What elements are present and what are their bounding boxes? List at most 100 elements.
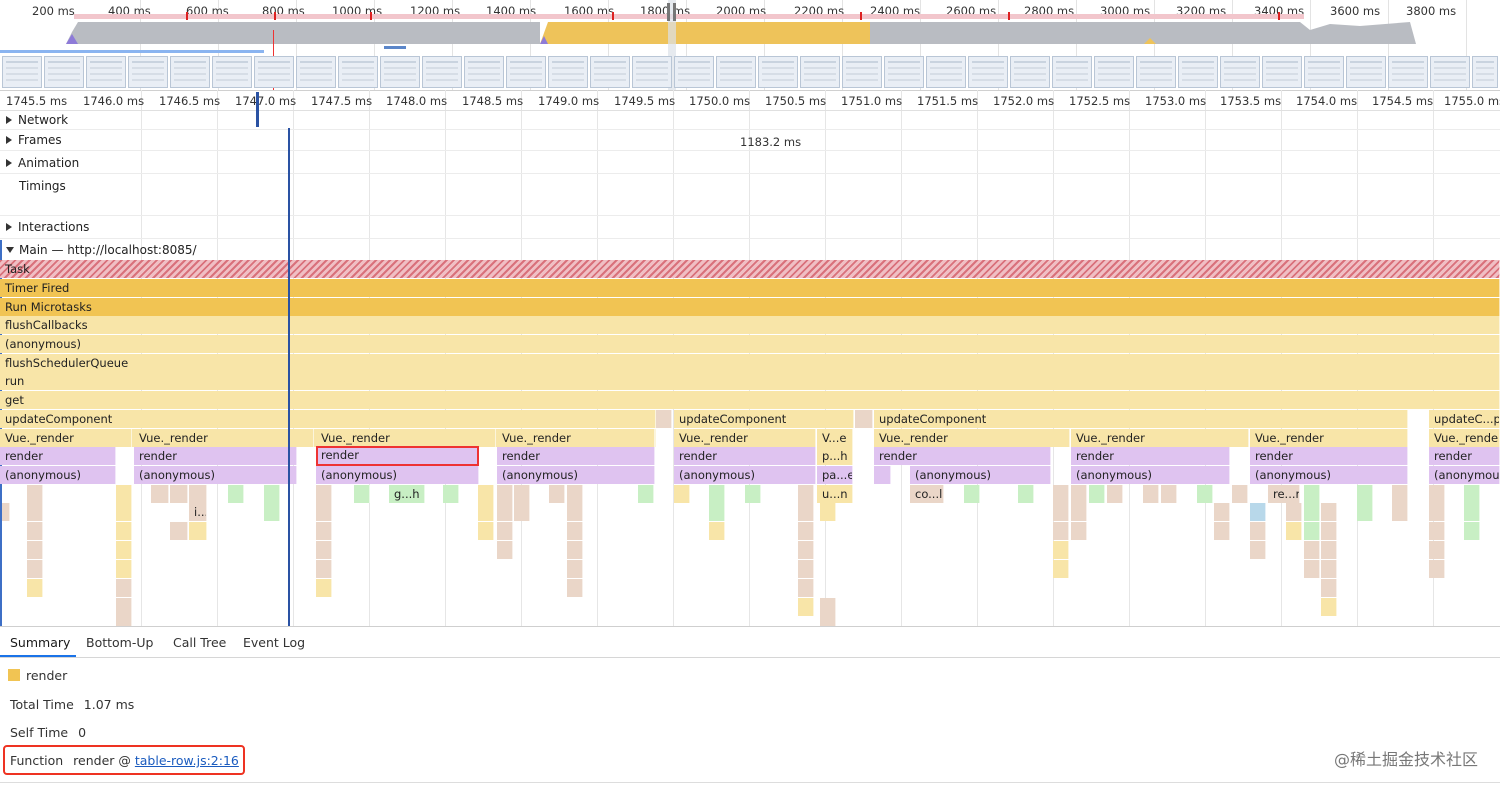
track-interactions[interactable]: Interactions xyxy=(0,216,1500,239)
track-frames[interactable]: Frames 1183.2 ms xyxy=(0,130,1500,151)
flame-small-call[interactable] xyxy=(443,485,459,503)
flame-small-call[interactable]: p...h xyxy=(817,447,853,465)
flame-small-call[interactable] xyxy=(1429,485,1445,503)
flame-small-call[interactable] xyxy=(567,579,583,597)
flame-small-call[interactable] xyxy=(1053,522,1069,540)
flame-small-call[interactable] xyxy=(514,503,530,521)
flame-small-call[interactable] xyxy=(1161,485,1177,503)
flame-flush-callbacks[interactable]: flushCallbacks xyxy=(0,316,1500,334)
flame-small-call[interactable] xyxy=(709,503,725,521)
flame-small-call[interactable] xyxy=(820,503,836,521)
selection-handle-left[interactable] xyxy=(667,3,670,21)
flame-small-call[interactable] xyxy=(567,522,583,540)
flame-small-call[interactable] xyxy=(1018,485,1034,503)
flame-small-call[interactable] xyxy=(567,541,583,559)
flame-small-call[interactable] xyxy=(1392,503,1408,521)
flame-small-call[interactable] xyxy=(316,579,332,597)
tab-call-tree[interactable]: Call Tree xyxy=(173,635,226,650)
flame-small-call[interactable] xyxy=(1286,522,1302,540)
flame-small-call[interactable] xyxy=(874,466,891,484)
flame-small-call[interactable] xyxy=(1214,522,1230,540)
flame-small-call[interactable] xyxy=(798,541,814,559)
flame-small-call[interactable] xyxy=(1232,485,1248,503)
screenshot-thumbnail[interactable] xyxy=(380,56,420,88)
flame-small-call[interactable] xyxy=(1321,598,1337,616)
flame-vue-render[interactable]: Vue._render xyxy=(1429,429,1500,447)
flame-small-call[interactable] xyxy=(798,522,814,540)
flame-anonymous-call[interactable]: (anonymous) xyxy=(674,466,816,484)
track-animation[interactable]: Animation xyxy=(0,151,1500,174)
flame-small-call[interactable] xyxy=(1321,560,1337,578)
flame-small-call[interactable] xyxy=(1321,503,1337,521)
flame-timer-fired[interactable]: Timer Fired xyxy=(0,279,1500,297)
flame-small-call[interactable] xyxy=(116,616,132,626)
screenshot-thumbnail[interactable] xyxy=(926,56,966,88)
flame-small-call[interactable] xyxy=(1250,522,1266,540)
flame-small-call[interactable] xyxy=(316,485,332,503)
flame-render[interactable]: render xyxy=(874,447,1051,465)
flame-small-call[interactable] xyxy=(1429,503,1445,521)
flame-small-call[interactable] xyxy=(264,503,280,521)
flame-small-call[interactable] xyxy=(1071,503,1087,521)
screenshot-thumbnail[interactable] xyxy=(254,56,294,88)
flame-small-call[interactable] xyxy=(116,541,132,559)
flame-small-call[interactable] xyxy=(1053,560,1069,578)
flame-small-call[interactable] xyxy=(116,503,132,521)
screenshot-thumbnail[interactable] xyxy=(1472,56,1498,88)
flame-anonymous-call[interactable]: (anonymous) xyxy=(1071,466,1230,484)
flame-small-call[interactable] xyxy=(116,598,132,616)
flame-task[interactable]: Task xyxy=(0,260,1500,278)
flame-small-call[interactable] xyxy=(1429,522,1445,540)
flame-small-call[interactable] xyxy=(798,485,814,503)
flame-small-call[interactable] xyxy=(709,485,725,503)
flame-small-call[interactable] xyxy=(116,579,132,597)
screenshot-thumbnail[interactable] xyxy=(338,56,378,88)
flame-small-call[interactable] xyxy=(151,485,169,503)
screenshot-thumbnail[interactable] xyxy=(842,56,882,88)
track-main[interactable]: Main — http://localhost:8085/ xyxy=(0,239,1500,259)
flame-anonymous-call[interactable]: (anonymous) xyxy=(1250,466,1408,484)
flame-small-call[interactable] xyxy=(1053,503,1069,521)
flame-small-call[interactable] xyxy=(1464,485,1480,503)
screenshot-thumbnail[interactable] xyxy=(968,56,1008,88)
screenshot-thumbnail[interactable] xyxy=(632,56,672,88)
flame-small-call[interactable] xyxy=(1107,485,1123,503)
flame-small-call[interactable] xyxy=(316,503,332,521)
flame-small-call[interactable] xyxy=(1053,541,1069,559)
screenshot-thumbnail[interactable] xyxy=(1304,56,1344,88)
flame-anonymous-call[interactable]: (anonymous) xyxy=(0,466,116,484)
flame-small-call[interactable] xyxy=(1250,503,1266,521)
flame-small-call[interactable] xyxy=(478,522,494,540)
screenshot-thumbnail[interactable] xyxy=(506,56,546,88)
flame-small-call[interactable] xyxy=(709,522,725,540)
flame-small-call[interactable] xyxy=(27,522,43,540)
expand-arrow-icon[interactable] xyxy=(6,136,12,144)
flame-small-call[interactable] xyxy=(567,503,583,521)
screenshot-thumbnail[interactable] xyxy=(716,56,756,88)
flame-small-call[interactable] xyxy=(798,503,814,521)
flame-small-call[interactable] xyxy=(1464,503,1480,521)
screenshot-thumbnail[interactable] xyxy=(674,56,714,88)
flame-update-component[interactable]: updateComponent xyxy=(874,410,1408,428)
flame-small-call[interactable]: re...r xyxy=(1268,485,1300,503)
flame-small-call[interactable] xyxy=(567,485,583,503)
flame-small-call[interactable] xyxy=(27,541,43,559)
expand-arrow-icon[interactable] xyxy=(6,223,12,231)
flame-update-component[interactable]: updateC...po xyxy=(1429,410,1500,428)
selection-handle-right[interactable] xyxy=(673,3,676,21)
flame-small-call[interactable]: u...n xyxy=(817,485,853,503)
flame-small-call[interactable] xyxy=(638,485,654,503)
flame-render[interactable]: render xyxy=(134,447,297,465)
flame-anonymous-call[interactable]: (anonymous) xyxy=(134,466,297,484)
flame-render[interactable]: render xyxy=(1250,447,1408,465)
screenshot-thumbnail[interactable] xyxy=(212,56,252,88)
flame-small-call[interactable] xyxy=(116,485,132,503)
flame-vue-render[interactable]: V...e xyxy=(817,429,853,447)
screenshot-thumbnail[interactable] xyxy=(1052,56,1092,88)
screenshot-thumbnail[interactable] xyxy=(1262,56,1302,88)
screenshot-thumbnail[interactable] xyxy=(590,56,630,88)
flame-update-component[interactable]: updateComponent xyxy=(0,410,656,428)
flame-anonymous-call[interactable]: (anonymous) xyxy=(910,466,1051,484)
flame-small-call[interactable] xyxy=(820,598,836,616)
flame-small-call[interactable] xyxy=(674,485,690,503)
